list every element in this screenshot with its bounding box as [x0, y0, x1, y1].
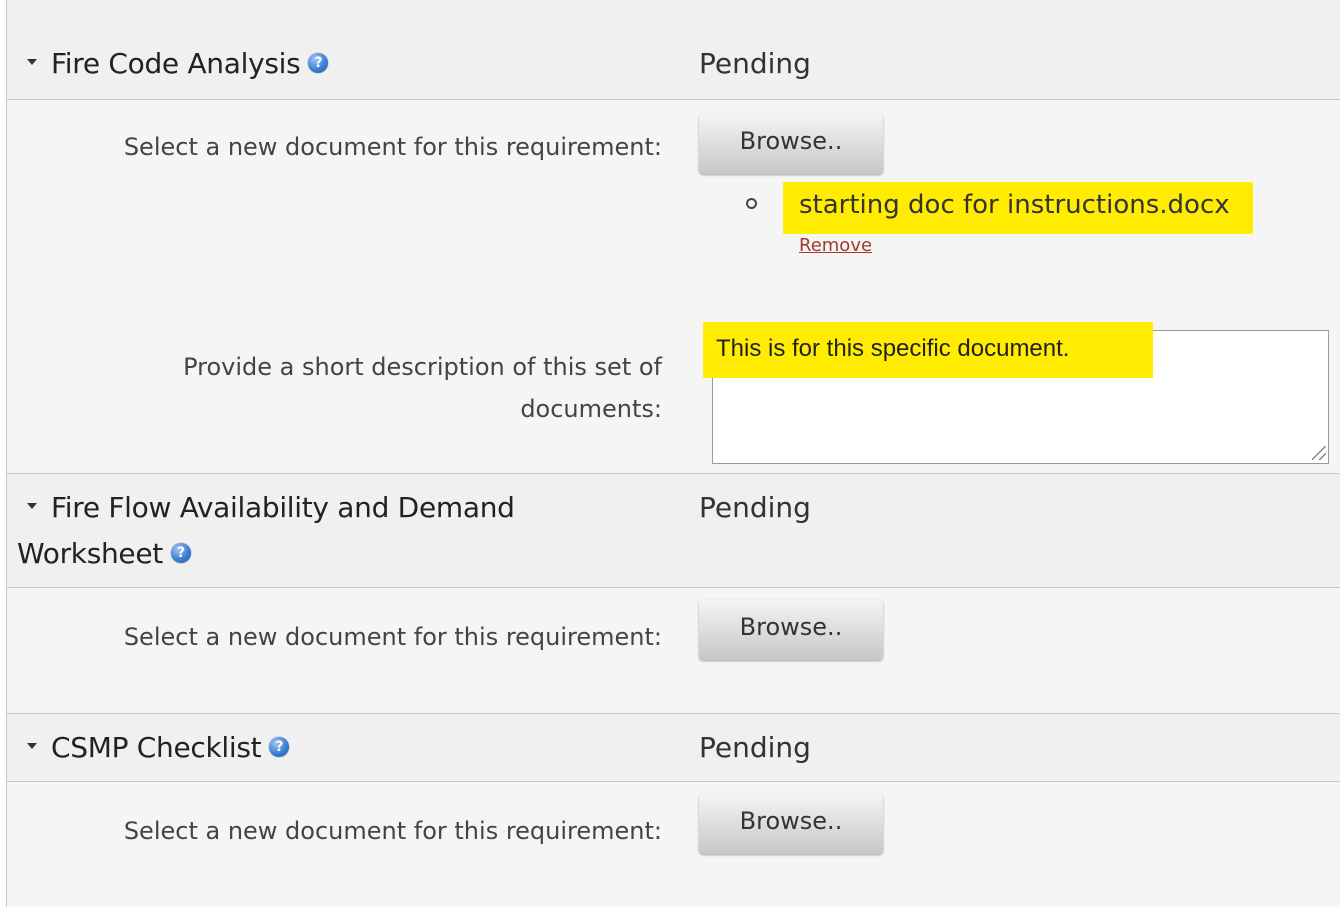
requirement-body-fire-flow-worksheet: Select a new document for this requireme… — [7, 588, 1340, 714]
select-document-label: Select a new document for this requireme… — [123, 133, 662, 161]
previous-section-strip — [7, 0, 1340, 33]
select-document-label: Select a new document for this requireme… — [123, 817, 662, 845]
requirement-header-csmp-checklist[interactable]: CSMP Checklist? Pending — [7, 714, 1340, 782]
requirements-panel: Fire Code Analysis? Pending Select a new… — [6, 0, 1340, 907]
caret-down-icon[interactable] — [27, 743, 37, 749]
browse-button[interactable]: Browse.. — [699, 600, 883, 660]
requirement-status: Pending — [699, 47, 811, 80]
help-question-icon[interactable]: ? — [308, 53, 329, 73]
browse-button[interactable]: Browse.. — [699, 114, 883, 174]
requirement-title[interactable]: CSMP Checklist? — [17, 726, 290, 770]
requirement-title-line2-wrap[interactable]: Worksheet? — [17, 532, 191, 576]
requirement-title[interactable]: Fire Code Analysis? — [17, 42, 329, 86]
requirement-status: Pending — [699, 491, 811, 524]
description-label-line1: Provide a short description of this set … — [183, 353, 662, 381]
help-question-icon[interactable]: ? — [170, 543, 191, 563]
attached-file-name: starting doc for instructions.docx — [799, 190, 1230, 220]
remove-file-link[interactable]: Remove — [799, 233, 872, 259]
file-list-bullet — [746, 198, 757, 209]
requirement-title[interactable]: Fire Flow Availability and Demand — [17, 486, 515, 530]
description-value[interactable]: This is for this specific document. — [716, 334, 1069, 364]
help-question-icon[interactable]: ? — [269, 737, 290, 757]
requirement-title-text: Fire Code Analysis — [51, 47, 301, 80]
browse-button[interactable]: Browse.. — [699, 794, 883, 854]
select-document-label: Select a new document for this requireme… — [123, 623, 662, 651]
requirement-title-line1: Fire Flow Availability and Demand — [51, 491, 515, 524]
requirement-status: Pending — [699, 731, 811, 764]
requirement-title-text: CSMP Checklist — [51, 731, 262, 764]
caret-down-icon[interactable] — [27, 503, 37, 509]
description-label: Provide a short description of this set … — [183, 346, 662, 430]
textarea-resize-handle[interactable] — [1312, 446, 1326, 460]
caret-down-icon[interactable] — [27, 59, 37, 65]
requirement-header-fire-code-analysis[interactable]: Fire Code Analysis? Pending — [7, 32, 1340, 100]
requirement-title-line2: Worksheet — [17, 537, 163, 570]
description-label-line2: documents: — [520, 395, 662, 423]
requirement-header-fire-flow-worksheet[interactable]: Fire Flow Availability and Demand Worksh… — [7, 474, 1340, 588]
requirement-body-csmp-checklist: Select a new document for this requireme… — [7, 782, 1340, 907]
